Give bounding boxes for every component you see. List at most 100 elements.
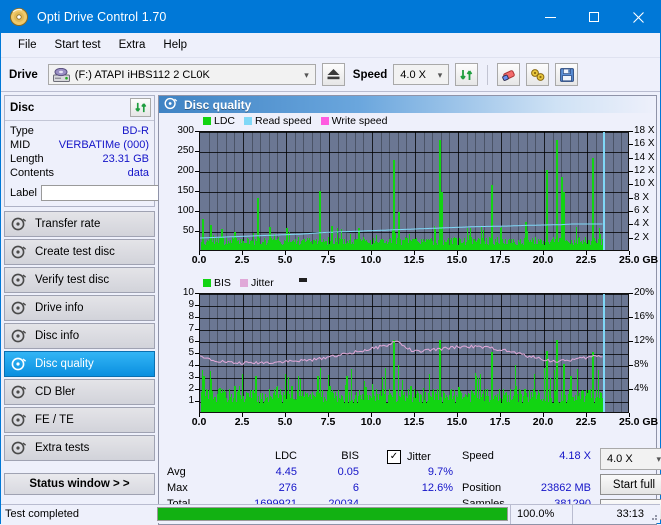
test-speed-select[interactable]: 4.0 X ▾ [600,448,661,470]
menu-item-help[interactable]: Help [154,36,196,54]
legend-label: BIS [214,277,231,289]
close-button[interactable] [616,1,660,33]
bis-jitter-chart: BISJitter123456789104%8%12%16%20%0.02.55… [159,277,656,429]
x-axis-tick [328,251,329,255]
window-title: Opti Drive Control 1.70 [37,10,166,24]
y2-axis-tick [629,341,633,342]
disc-icon [11,273,27,287]
y2-axis-tick [629,158,633,159]
chevron-down-icon: ▾ [656,449,661,470]
legend-label: Write speed [332,115,388,127]
y-axis-tick [195,211,199,212]
legend-swatch [203,279,211,287]
x-axis-tick [199,251,200,255]
drive-select[interactable]: (F:) ATAPI iHBS112 2 CL0K ▾ [48,64,316,85]
y-axis-tick-label: 5 [159,347,194,358]
refresh-button[interactable] [455,63,478,86]
start-full-button[interactable]: Start full [600,474,661,495]
y-axis-tick-label: 1 [159,395,194,406]
x-axis-tick [500,251,501,255]
menu-item-extra[interactable]: Extra [110,36,155,54]
x-axis-tick [586,251,587,255]
legend-swatch [244,117,252,125]
x-axis-tick-label: 7.5 [313,416,343,428]
x-axis-tick-label: 15.0 [442,416,472,428]
y-axis-tick-label: 8 [159,311,194,322]
sidebar-item-fe-te[interactable]: FE / TE [4,407,155,433]
y-axis-tick [195,317,199,318]
speed-select[interactable]: 4.0 X ▾ [393,64,449,85]
x-axis-tick-label: 2.5 [227,416,257,428]
x-axis-tick-label: 12.5 [399,254,429,266]
y2-axis-tick-label: 8 X [634,192,649,203]
sidebar-item-label: Extra tests [35,442,89,454]
y-axis-tick [195,341,199,342]
legend-label: Read speed [255,115,312,127]
disc-refresh-button[interactable] [130,98,151,117]
x-axis-tick-label: 0.0 [184,416,214,428]
sidebar-item-disc-info[interactable]: Disc info [4,323,155,349]
status-bar: Test completed 100.0% 33:13 [1,504,660,523]
sidebar-item-extra-tests[interactable]: Extra tests [4,435,155,461]
minimize-button[interactable] [528,1,572,33]
resize-grip[interactable] [648,511,658,521]
disc-row-value: data [128,167,149,179]
eject-button[interactable] [322,63,345,86]
drive-select-value: (F:) ATAPI iHBS112 2 CL0K [75,69,210,81]
options-button[interactable] [526,63,549,86]
x-axis-tick-label: 5.0 [270,254,300,266]
jitter-checkbox[interactable]: ✓ [387,450,401,464]
x-axis-tick [328,413,329,417]
position-result-key: Position [462,482,501,494]
disc-label-row: Label [10,183,149,202]
menu-item-start-test[interactable]: Start test [46,36,110,54]
disc-box-title: Disc [10,102,34,114]
y-axis-tick [195,131,199,132]
legend-label: Jitter [251,277,274,289]
x-axis-tick [586,413,587,417]
menu-bar: File Start test Extra Help [1,33,660,58]
sidebar-item-verify-test-disc[interactable]: Verify test disc [4,267,155,293]
x-axis-tick-label: 17.5 [485,416,515,428]
erase-button[interactable] [497,63,520,86]
legend-swatch [203,117,211,125]
nav-list: Transfer rate Create test disc Verify te… [4,211,155,461]
disc-row-value: VERBATIMe (000) [59,139,149,151]
panel-header: Disc quality [159,96,656,113]
x-axis-tick-label: 2.5 [227,254,257,266]
x-axis-tick-label: 15.0 [442,254,472,266]
y-axis-tick-label: 10 [159,287,194,298]
y-axis-tick [195,389,199,390]
legend-label: LDC [214,115,235,127]
sidebar-item-cd-bler[interactable]: CD Bler [4,379,155,405]
chart-legend: LDC Read speed Write speed [203,115,394,127]
y-axis-tick-label: 2 [159,383,194,394]
menu-item-file[interactable]: File [9,36,46,54]
x-axis-tick-label: 20.0 [528,254,558,266]
x-axis-tick [371,251,372,255]
line-series [200,132,629,251]
y-axis-tick [195,401,199,402]
status-window-button[interactable]: Status window > > [4,473,155,495]
disc-row-type: Type BD-R [10,124,149,138]
maximize-button[interactable] [572,1,616,33]
x-axis-tick [629,251,630,255]
y-axis-tick [195,191,199,192]
sidebar-item-label: Create test disc [35,246,115,258]
results-max-ldc: 276 [237,482,297,494]
sidebar-item-drive-info[interactable]: Drive info [4,295,155,321]
sidebar-item-disc-quality[interactable]: Disc quality [4,351,155,377]
sidebar-item-label: Disc info [35,330,79,342]
drive-label: Drive [9,69,38,81]
results-row-key-avg: Avg [167,466,186,478]
disc-properties: Type BD-R MID VERBATIMe (000) Length 23.… [5,121,154,206]
disc-box-header: Disc [5,96,154,121]
x-axis-tick [242,251,243,255]
sidebar-item-create-test-disc[interactable]: Create test disc [4,239,155,265]
y-axis-tick [195,231,199,232]
legend-swatch [321,117,329,125]
save-button[interactable] [555,63,578,86]
x-axis-tick [629,413,630,417]
sidebar-item-transfer-rate[interactable]: Transfer rate [4,211,155,237]
disc-icon [11,441,27,455]
